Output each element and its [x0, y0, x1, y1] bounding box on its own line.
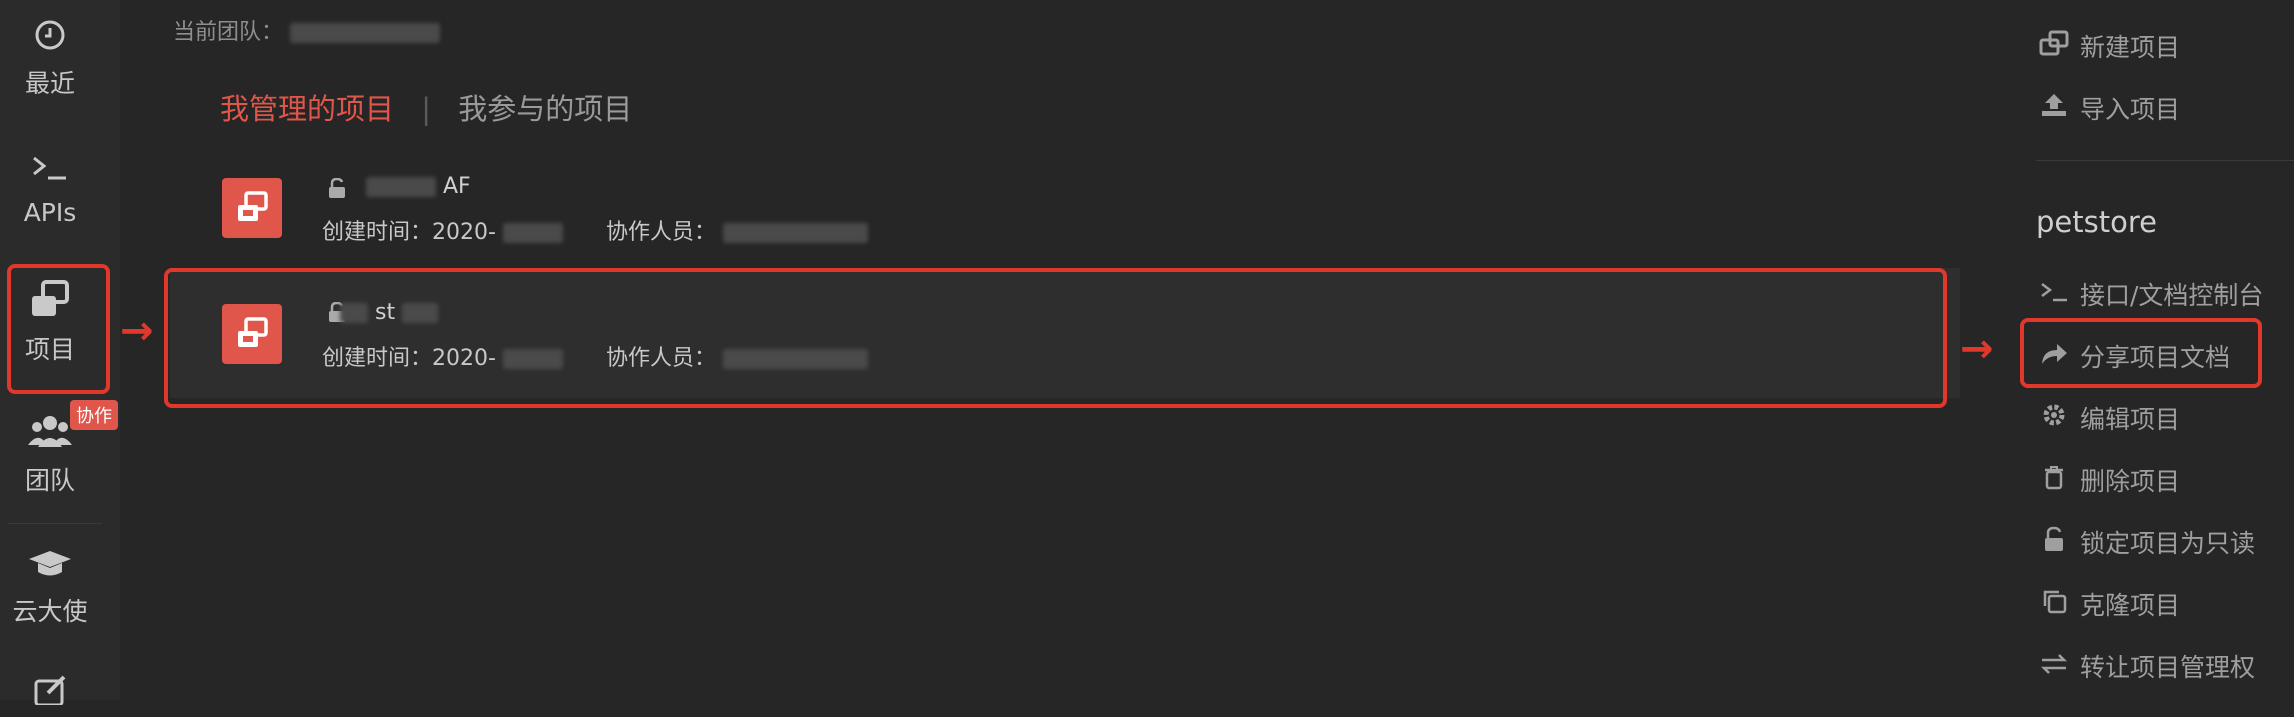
project-title: petstore [2036, 205, 2157, 239]
right-panel-divider [2036, 160, 2294, 161]
terminal-icon [0, 152, 100, 192]
current-team-line: 当前团队： [173, 14, 441, 46]
share-highlight-box [2020, 318, 2262, 388]
sidebar-item-label: 云大使 [12, 597, 88, 626]
project-icon [222, 178, 282, 238]
graduation-cap-icon [0, 548, 100, 586]
sidebar-item-apis[interactable]: APIs [0, 152, 100, 227]
current-team-label: 当前团队： [173, 20, 284, 45]
project-highlight-box [164, 268, 1947, 408]
created-label: 创建时间： [322, 220, 433, 245]
import-project-button[interactable]: 导入项目 [2038, 90, 2180, 126]
sidebar-divider [8, 523, 102, 524]
transfer-ownership-label: 转让项目管理权 [2080, 653, 2256, 682]
gear-icon [2038, 402, 2070, 434]
clone-project-button[interactable]: 克隆项目 [2038, 586, 2180, 622]
sidebar-item-ambassador[interactable]: 云大使 [0, 548, 100, 628]
created-value: 2020- [432, 220, 496, 245]
members-redacted [722, 223, 868, 243]
sidebar-item-label: 最近 [24, 69, 75, 98]
delete-project-button[interactable]: 删除项目 [2038, 462, 2180, 498]
tab-separator: | [421, 92, 432, 126]
clone-project-label: 克隆项目 [2080, 591, 2181, 620]
sidebar-item-label: APIs [23, 198, 77, 227]
created-redacted [502, 223, 563, 243]
clock-icon [0, 18, 100, 58]
sidebar-item-label: 团队 [24, 466, 75, 495]
clone-icon [2038, 588, 2070, 620]
api-console-button[interactable]: 接口/文档控制台 [2038, 276, 2263, 312]
project-tabs: 我管理的项目 | 我参与的项目 [220, 86, 632, 128]
lock-icon [2038, 526, 2070, 558]
tab-managed-projects[interactable]: 我管理的项目 [220, 92, 394, 126]
trash-icon [2038, 464, 2070, 496]
project-meta: 创建时间：2020- 协作人员： [322, 214, 868, 246]
lock-readonly-button[interactable]: 锁定项目为只读 [2038, 524, 2255, 560]
edit-icon [0, 675, 100, 711]
api-console-label: 接口/文档控制台 [2080, 281, 2264, 310]
terminal-icon [2038, 280, 2070, 310]
project-name-redacted [366, 177, 436, 197]
import-project-label: 导入项目 [2080, 95, 2181, 124]
team-badge: 协作 [70, 400, 118, 430]
sidebar-item-edit[interactable] [0, 675, 100, 717]
edit-project-button[interactable]: 编辑项目 [2038, 400, 2180, 436]
sidebar-highlight-box [7, 264, 110, 394]
tab-joined-projects[interactable]: 我参与的项目 [458, 92, 632, 126]
arrow-icon: → [120, 308, 154, 354]
transfer-icon [2038, 652, 2070, 682]
lock-readonly-label: 锁定项目为只读 [2080, 529, 2256, 558]
new-project-button[interactable]: 新建项目 [2038, 28, 2180, 64]
new-project-label: 新建项目 [2080, 33, 2181, 62]
team-name-redacted [290, 23, 441, 43]
edit-project-label: 编辑项目 [2080, 405, 2181, 434]
transfer-ownership-button[interactable]: 转让项目管理权 [2038, 648, 2255, 684]
sidebar-item-recent[interactable]: 最近 [0, 18, 100, 100]
project-name: AF [366, 174, 471, 199]
new-project-icon [2038, 30, 2070, 62]
project-name-text: AF [443, 174, 471, 199]
import-icon [2038, 92, 2070, 124]
members-label: 协作人员： [605, 220, 716, 245]
delete-project-label: 删除项目 [2080, 467, 2181, 496]
unlock-icon [328, 177, 346, 203]
arrow-icon: → [1960, 326, 1994, 372]
